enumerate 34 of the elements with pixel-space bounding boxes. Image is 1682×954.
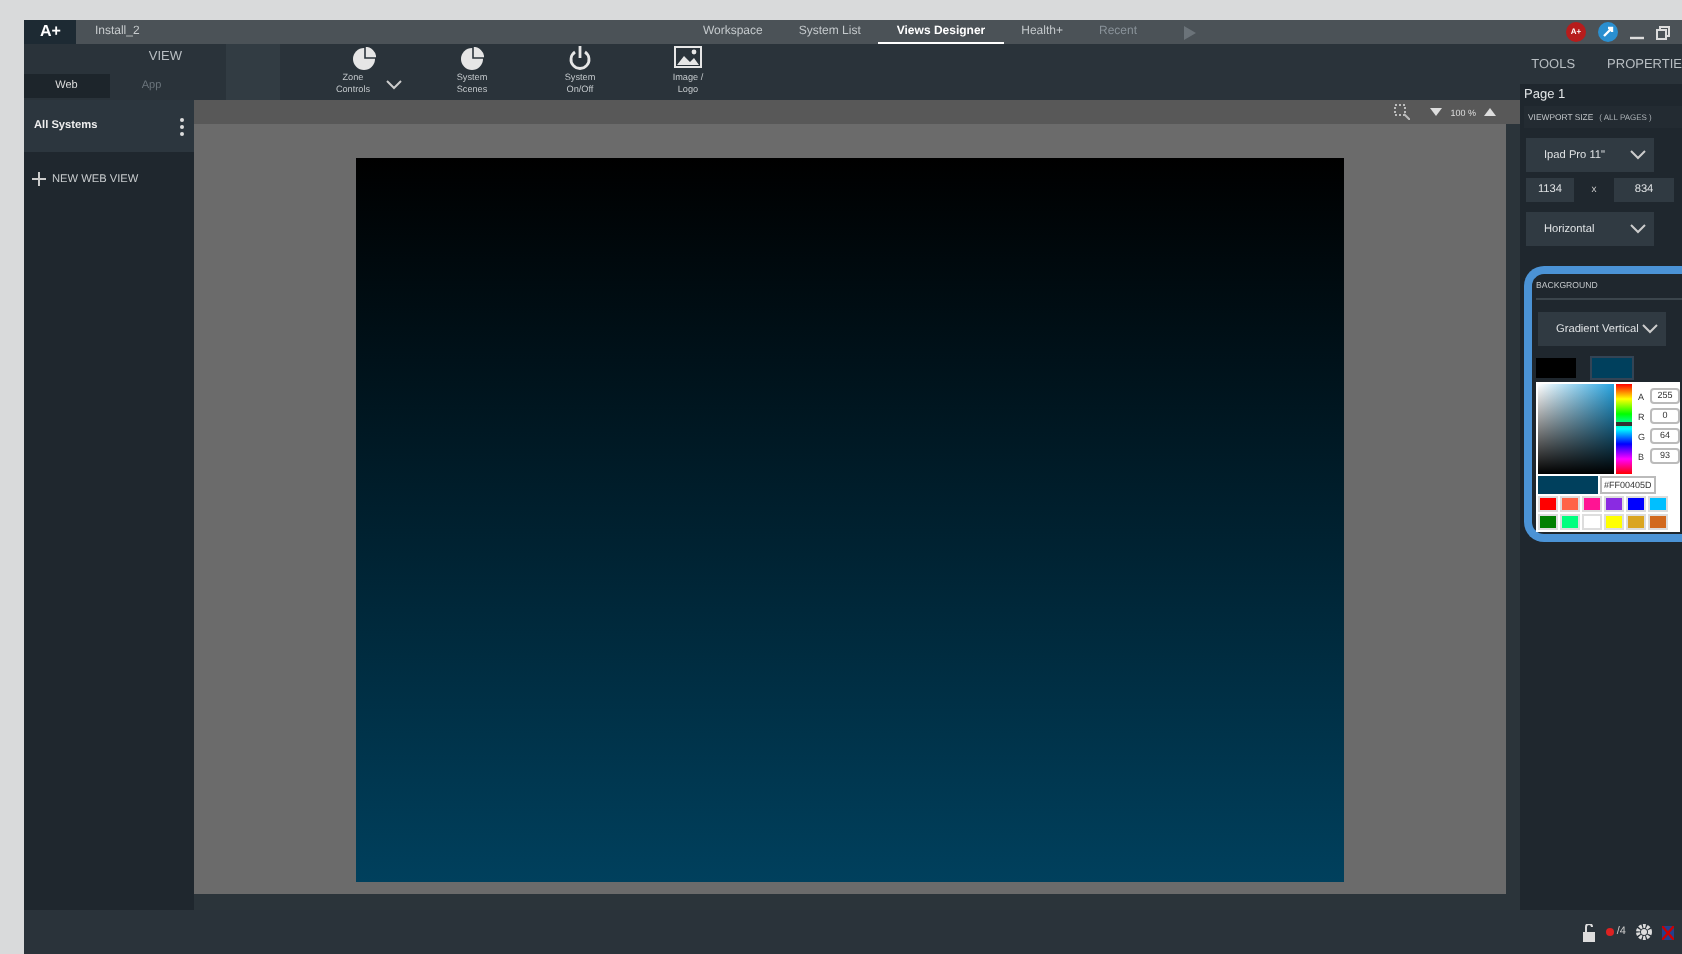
chevron-down-icon [1630, 150, 1646, 160]
settings-icon[interactable] [1636, 924, 1652, 940]
app-logo[interactable]: A+ [24, 20, 77, 44]
saturation-square[interactable] [1538, 384, 1614, 474]
palette-swatch[interactable] [1538, 496, 1558, 512]
chevron-down-icon [1642, 324, 1658, 334]
chevron-down-icon[interactable] [385, 79, 401, 89]
palette-swatch[interactable] [1648, 514, 1668, 530]
palette-swatch[interactable] [1604, 514, 1624, 530]
plus-icon [32, 172, 46, 186]
color-stop[interactable] [1536, 358, 1576, 378]
zoom-fit-icon[interactable] [1394, 104, 1411, 120]
color-preview [1538, 476, 1598, 494]
unlock-icon[interactable] [1582, 923, 1597, 941]
palette-swatch[interactable] [1560, 514, 1580, 530]
palette-swatch[interactable] [1648, 496, 1668, 512]
palette-swatch[interactable] [1626, 514, 1646, 530]
zoom-out-icon[interactable] [1430, 108, 1443, 116]
restore-icon[interactable] [1656, 25, 1670, 39]
color-stop[interactable] [1592, 358, 1632, 378]
palette-swatch[interactable] [1538, 514, 1558, 530]
hue-marker[interactable] [1616, 422, 1632, 427]
zoom-in-icon[interactable] [1484, 108, 1496, 116]
alert-dot-icon [1606, 928, 1615, 936]
palette-swatch[interactable] [1604, 496, 1624, 512]
chevron-down-icon [1630, 224, 1646, 234]
palette-swatch[interactable] [1582, 514, 1602, 530]
power-icon [568, 46, 592, 70]
palette-swatch[interactable] [1582, 496, 1602, 512]
image-icon [674, 46, 702, 70]
palette-swatch[interactable] [1626, 496, 1646, 512]
horizontal-scrollbar[interactable] [194, 894, 1520, 910]
vertical-scrollbar[interactable] [1506, 124, 1520, 894]
palette-swatch[interactable] [1560, 496, 1580, 512]
